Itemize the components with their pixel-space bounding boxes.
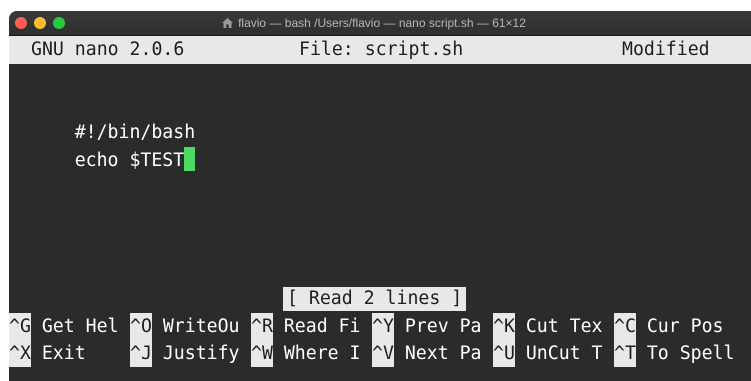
shortcut-prev-page[interactable]: ^Y Prev Pa	[372, 313, 482, 340]
shortcut-write-out[interactable]: ^O WriteOu	[130, 313, 240, 340]
buffer-line[interactable]: echo $TEST	[9, 120, 196, 171]
shortcut-key: ^G	[9, 313, 31, 340]
status-message: [ Read 2 lines ]	[283, 287, 467, 311]
window-title: flavio — bash /Users/flavio — nano scrip…	[238, 16, 526, 30]
shortcut-label: To Spell	[635, 343, 735, 364]
shortcut-label: UnCut T	[514, 343, 603, 364]
shortcut-cut-text[interactable]: ^K Cut Tex	[493, 313, 603, 340]
window-title-container: flavio — bash /Users/flavio — nano scrip…	[9, 16, 751, 31]
shortcut-key: ^K	[493, 313, 515, 340]
nano-filename: File: script.sh	[299, 39, 464, 60]
shortcut-key: ^C	[614, 313, 636, 340]
nano-header-bar: GNU nano 2.0.6 File: script.sh Modified	[9, 36, 751, 64]
home-folder-icon	[222, 18, 234, 28]
shortcut-label: Next Pa	[393, 343, 482, 364]
shortcut-read-file[interactable]: ^R Read Fi	[251, 313, 361, 340]
shortcut-label: Where I	[272, 343, 361, 364]
shortcut-key: ^V	[372, 340, 394, 367]
terminal-window: flavio — bash /Users/flavio — nano scrip…	[9, 11, 751, 381]
shortcut-uncut-text[interactable]: ^U UnCut T	[493, 340, 603, 367]
shortcut-key: ^U	[493, 340, 515, 367]
shortcut-key: ^X	[9, 340, 31, 367]
terminal-content[interactable]: GNU nano 2.0.6 File: script.sh Modified …	[9, 36, 751, 381]
shortcut-key: ^R	[251, 313, 273, 340]
shortcut-row-1: ^G Get Hel ^O WriteOu ^R Read Fi ^Y Prev…	[9, 313, 724, 340]
shortcut-justify[interactable]: ^J Justify	[130, 340, 240, 367]
shortcut-label: Get Hel	[30, 316, 119, 337]
shortcut-row-2: ^X Exit ^J Justify ^W Where I ^V Next Pa…	[9, 340, 734, 367]
shortcut-key: ^O	[130, 313, 152, 340]
shortcut-key: ^J	[130, 340, 152, 367]
shortcut-where-is[interactable]: ^W Where I	[251, 340, 361, 367]
shortcut-label: Read Fi	[272, 316, 361, 337]
title-bar[interactable]: flavio — bash /Users/flavio — nano scrip…	[9, 11, 751, 36]
shortcut-key: ^T	[614, 340, 636, 367]
nano-modified-status: Modified	[622, 39, 710, 60]
shortcut-cur-pos[interactable]: ^C Cur Pos	[614, 313, 724, 340]
shortcut-to-spell[interactable]: ^T To Spell	[614, 340, 734, 367]
buffer-line-text: echo $TEST	[74, 150, 185, 171]
nano-version: GNU nano 2.0.6	[31, 39, 185, 60]
shortcut-label: Cur Pos	[635, 316, 724, 337]
shortcut-label: Cut Tex	[514, 316, 603, 337]
shortcut-exit[interactable]: ^X Exit	[9, 340, 86, 367]
shortcut-key: ^W	[251, 340, 273, 367]
shortcut-label: WriteOu	[151, 316, 240, 337]
shortcut-label: Justify	[151, 343, 240, 364]
text-cursor	[184, 147, 196, 171]
shortcut-key: ^Y	[372, 313, 394, 340]
buffer-line[interactable]: #!/bin/bash	[9, 92, 195, 143]
shortcut-next-page[interactable]: ^V Next Pa	[372, 340, 482, 367]
shortcut-label: Exit	[30, 343, 86, 364]
shortcut-label: Prev Pa	[393, 316, 482, 337]
shortcut-get-help[interactable]: ^G Get Hel	[9, 313, 119, 340]
